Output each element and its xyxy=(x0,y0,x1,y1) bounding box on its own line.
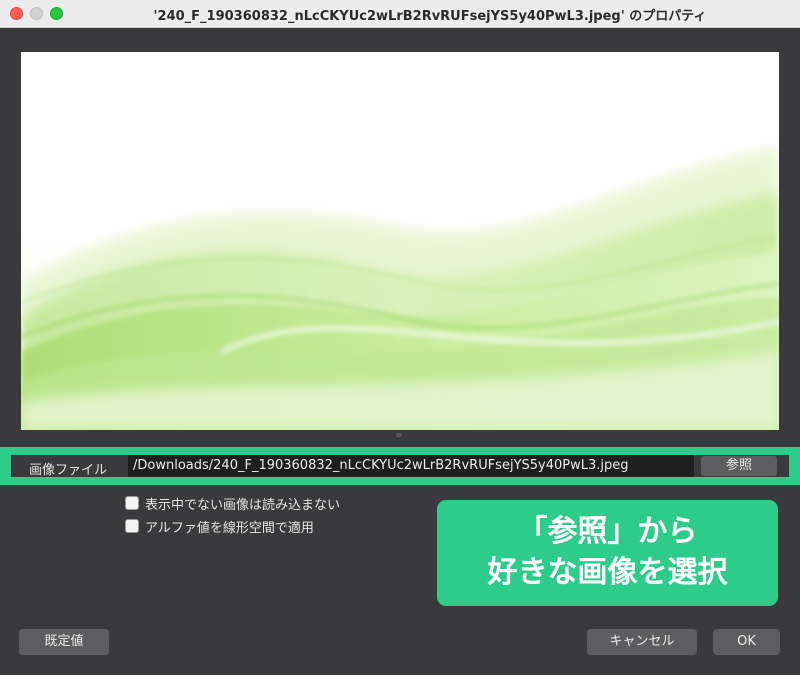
skip-hidden-images-checkbox[interactable] xyxy=(125,496,139,510)
browse-button[interactable]: 参照 xyxy=(701,456,777,476)
ok-button[interactable]: OK xyxy=(713,629,780,655)
callout-line-1: 「参照」から xyxy=(517,514,698,549)
image-preview xyxy=(21,52,779,430)
skip-hidden-images-label: 表示中でない画像は読み込まない xyxy=(145,497,341,513)
callout-line-2: 好きな画像を選択 xyxy=(487,555,728,590)
close-window-button[interactable] xyxy=(10,7,23,20)
linear-alpha-option[interactable]: アルファ値を線形空間で適用 xyxy=(125,517,314,536)
title-bar[interactable]: '240_F_190360832_nLcCKYUc2wLrB2RvRUFsejY… xyxy=(0,0,800,28)
properties-window: '240_F_190360832_nLcCKYUc2wLrB2RvRUFsejY… xyxy=(0,0,800,675)
window-title: '240_F_190360832_nLcCKYUc2wLrB2RvRUFsejY… xyxy=(153,9,707,24)
defaults-button[interactable]: 既定値 xyxy=(19,629,109,655)
image-file-path-field[interactable]: /Downloads/240_F_190360832_nLcCKYUc2wLrB… xyxy=(128,455,694,477)
image-file-label: 画像ファイル xyxy=(29,463,108,478)
image-file-row-highlight: 画像ファイル /Downloads/240_F_190360832_nLcCKY… xyxy=(0,447,800,485)
linear-alpha-checkbox[interactable] xyxy=(125,519,139,533)
green-wave-image xyxy=(21,52,779,430)
linear-alpha-label: アルファ値を線形空間で適用 xyxy=(145,520,314,536)
instruction-callout: 「参照」から 好きな画像を選択 xyxy=(437,500,778,606)
split-handle[interactable] xyxy=(396,433,402,437)
image-file-row: 画像ファイル /Downloads/240_F_190360832_nLcCKY… xyxy=(11,455,789,478)
skip-hidden-images-option[interactable]: 表示中でない画像は読み込まない xyxy=(125,494,341,513)
minimize-window-button[interactable] xyxy=(30,7,43,20)
zoom-window-button[interactable] xyxy=(50,7,63,20)
cancel-button[interactable]: キャンセル xyxy=(587,629,697,655)
